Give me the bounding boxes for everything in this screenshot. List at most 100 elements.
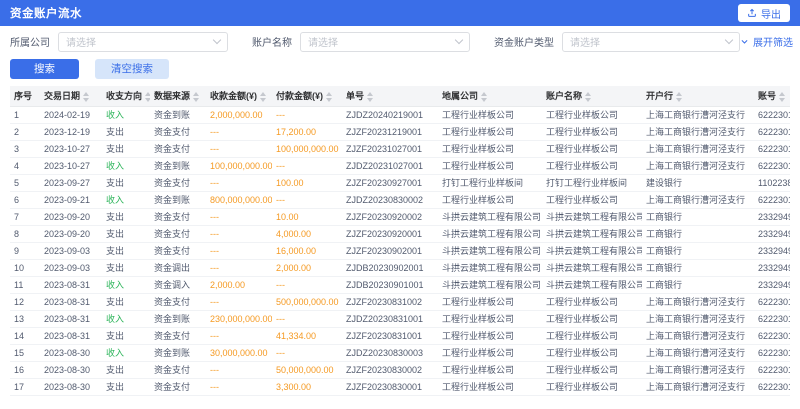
cell-account_name: 工程行业样板公司	[542, 327, 642, 344]
cell-company: 斗拱云建筑工程有限公司	[438, 208, 542, 225]
cell-payment: ---	[272, 106, 342, 123]
cell-company: 工程行业样板公司	[438, 157, 542, 174]
cell-income: ---	[206, 225, 272, 242]
cell-company: 斗拱云建筑工程有限公司	[438, 225, 542, 242]
cell-no: 7	[10, 208, 40, 225]
account-name-select[interactable]: 请选择	[300, 32, 470, 52]
cell-date: 2023-12-19	[40, 123, 102, 140]
cell-payment: 4,000.00	[272, 225, 342, 242]
cell-order_no: ZJDZ20230830003	[342, 344, 438, 361]
cell-order_no: ZJDZ20230831001	[342, 310, 438, 327]
column-header-income: 收款金额(¥)	[206, 86, 272, 106]
cell-no: 10	[10, 259, 40, 276]
company-select-placeholder: 请选择	[66, 34, 96, 49]
column-label: 账号	[758, 91, 776, 101]
cell-company: 斗拱云建筑工程有限公司	[438, 259, 542, 276]
table-row: 162023-08-30支出资金支付---50,000,000.00ZJZF20…	[10, 361, 790, 378]
cell-payment: 17,200.00	[272, 123, 342, 140]
cell-date: 2023-10-27	[40, 157, 102, 174]
clear-search-button[interactable]: 清空搜索	[95, 59, 169, 79]
cell-account_no: 622230111	[754, 157, 790, 174]
cell-account_name: 斗拱云建筑工程有限公司	[542, 242, 642, 259]
chevron-icon	[740, 37, 749, 46]
table-row: 52023-09-27支出资金支付---100.00ZJZF2023092700…	[10, 174, 790, 191]
cell-company: 工程行业样板公司	[438, 327, 542, 344]
cell-source: 资金支付	[150, 140, 206, 157]
cell-bank: 上海工商银行漕河泾支行	[642, 327, 754, 344]
export-button[interactable]: 导出	[738, 4, 790, 22]
column-header-order_no: 单号	[342, 86, 438, 106]
cell-source: 资金支付	[150, 174, 206, 191]
cell-no: 3	[10, 140, 40, 157]
cell-no: 13	[10, 310, 40, 327]
sort-icon[interactable]	[260, 92, 266, 102]
table-row: 152023-08-30收入资金到账30,000,000.00---ZJDZ20…	[10, 344, 790, 361]
table-row: 132023-08-31收入资金到账230,000,000.00---ZJDZ2…	[10, 310, 790, 327]
table-row: 172023-08-30支出资金支付---3,300.00ZJZF2023083…	[10, 378, 790, 395]
table-row: 62023-09-21收入资金到账800,000,000.00---ZJDZ20…	[10, 191, 790, 208]
sort-icon[interactable]	[326, 92, 332, 102]
cell-direction: 支出	[102, 208, 150, 225]
cell-account_no: 622230111	[754, 344, 790, 361]
cell-source: 资金调出	[150, 259, 206, 276]
sort-icon[interactable]	[779, 92, 785, 102]
filter-account-name: 账户名称 请选择	[252, 32, 470, 52]
cell-source: 资金支付	[150, 361, 206, 378]
transactions-table: 序号交易日期收支方向数据来源收款金额(¥)付款金额(¥)单号地属公司账户名称开户…	[10, 86, 790, 396]
cell-income: ---	[206, 378, 272, 395]
search-button[interactable]: 搜索	[10, 59, 79, 79]
cell-account_name: 工程行业样板公司	[542, 310, 642, 327]
cell-payment: 41,334.00	[272, 327, 342, 344]
cell-account_name: 斗拱云建筑工程有限公司	[542, 208, 642, 225]
export-icon	[747, 8, 757, 18]
column-label: 序号	[14, 91, 32, 101]
cell-account_no: 233294999	[754, 242, 790, 259]
cell-source: 资金支付	[150, 293, 206, 310]
cell-account_no: 622230111	[754, 293, 790, 310]
cell-source: 资金支付	[150, 123, 206, 140]
cell-bank: 工商银行	[642, 208, 754, 225]
table-row: 142023-08-31支出资金支付---41,334.00ZJZF202308…	[10, 327, 790, 344]
sort-icon[interactable]	[145, 92, 150, 102]
sort-icon[interactable]	[193, 92, 199, 102]
column-label: 开户行	[646, 91, 673, 101]
column-header-date: 交易日期	[40, 86, 102, 106]
expand-filters-link[interactable]: 展开筛选	[740, 34, 793, 49]
account-type-select[interactable]: 请选择	[562, 32, 740, 52]
cell-date: 2023-08-30	[40, 378, 102, 395]
cell-income: ---	[206, 208, 272, 225]
cell-date: 2023-09-03	[40, 242, 102, 259]
cell-payment: 16,000.00	[272, 242, 342, 259]
sort-icon[interactable]	[367, 92, 373, 102]
cell-source: 资金到账	[150, 344, 206, 361]
cell-bank: 上海工商银行漕河泾支行	[642, 361, 754, 378]
column-header-source: 数据来源	[150, 86, 206, 106]
cell-direction: 支出	[102, 140, 150, 157]
cell-direction: 收入	[102, 191, 150, 208]
cell-source: 资金到账	[150, 157, 206, 174]
cell-no: 9	[10, 242, 40, 259]
cell-bank: 上海工商银行漕河泾支行	[642, 140, 754, 157]
cell-payment: 50,000,000.00	[272, 361, 342, 378]
account-filter-label: 账户名称	[252, 34, 292, 49]
cell-account_name: 工程行业样板公司	[542, 361, 642, 378]
cell-bank: 上海工商银行漕河泾支行	[642, 293, 754, 310]
column-header-direction: 收支方向	[102, 86, 150, 106]
cell-order_no: ZJZF20230831001	[342, 327, 438, 344]
company-select[interactable]: 请选择	[58, 32, 228, 52]
cell-date: 2023-08-30	[40, 344, 102, 361]
sort-icon[interactable]	[676, 92, 682, 102]
cell-account_name: 斗拱云建筑工程有限公司	[542, 259, 642, 276]
column-header-bank: 开户行	[642, 86, 754, 106]
cell-order_no: ZJZF20230927001	[342, 174, 438, 191]
cell-income: ---	[206, 123, 272, 140]
sort-icon[interactable]	[585, 92, 591, 102]
cell-company: 工程行业样板公司	[438, 106, 542, 123]
chevron-down-icon	[455, 36, 463, 44]
sort-icon[interactable]	[83, 92, 89, 102]
cell-account_name: 工程行业样板公司	[542, 140, 642, 157]
expand-filters-label: 展开筛选	[753, 34, 793, 49]
cell-no: 6	[10, 191, 40, 208]
sort-icon[interactable]	[481, 92, 487, 102]
column-header-company: 地属公司	[438, 86, 542, 106]
